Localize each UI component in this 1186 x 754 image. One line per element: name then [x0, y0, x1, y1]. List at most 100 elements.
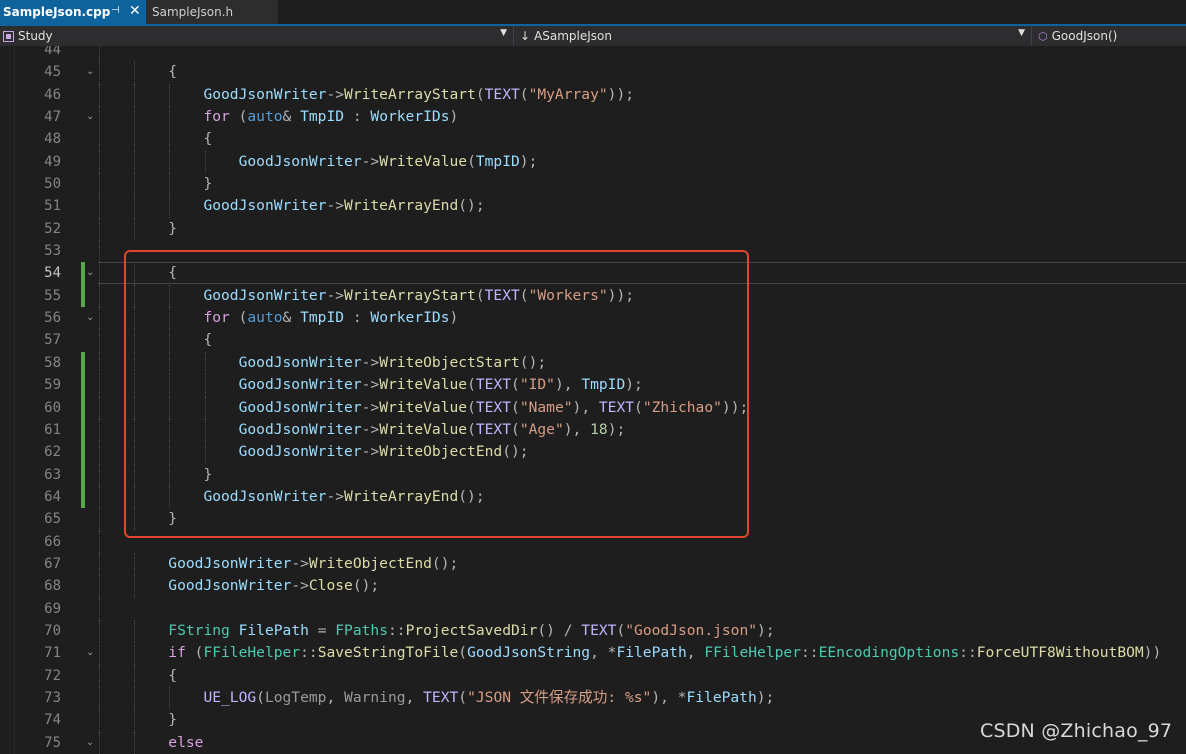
code-token: ( — [458, 688, 468, 706]
code-token: TEXT — [423, 688, 459, 706]
code-token: , — [405, 688, 424, 706]
indent-guide — [99, 46, 100, 62]
change-indicator — [81, 418, 85, 442]
code-token: ); — [519, 152, 538, 170]
code-line[interactable]: 68 GoodJsonWriter->Close(); — [0, 575, 1186, 598]
code-token: -> — [326, 85, 345, 103]
code-token: FString — [168, 621, 230, 639]
scope-dropdown[interactable]: ↓ ASampleJson ▼ — [516, 26, 1032, 46]
code-text: GoodJsonWriter->WriteArrayStart(TEXT("My… — [98, 84, 634, 106]
code-line[interactable]: 52 } — [0, 217, 1186, 241]
code-token: -> — [291, 577, 309, 595]
code-token: ( — [467, 152, 476, 170]
line-number: 45 — [44, 64, 61, 81]
change-indicator — [81, 485, 85, 509]
chevron-down-icon[interactable]: ▼ — [500, 28, 507, 38]
code-line[interactable]: 49 GoodJsonWriter->WriteValue(TmpID); — [0, 150, 1186, 174]
code-token: WriteArrayStart — [344, 85, 476, 103]
code-token: GoodJsonWriter — [203, 85, 327, 103]
code-line[interactable]: 67 GoodJsonWriter->WriteObjectEnd(); — [0, 552, 1186, 576]
tab-samplejson-h[interactable]: SampleJson.h — [146, 0, 278, 24]
member-dropdown[interactable]: ⬡ GoodJson() — [1034, 26, 1186, 46]
indent-guide — [99, 597, 100, 620]
code-line[interactable]: 70 FString FilePath = FPaths::ProjectSav… — [0, 619, 1186, 643]
line-number: 54 — [44, 265, 61, 282]
navigation-bar: Study ▼ ↓ ASampleJson ▼ ⬡ GoodJson() — [0, 26, 1186, 46]
code-token: ( — [458, 644, 468, 662]
watermark: CSDN @Zhichao_97 — [980, 720, 1173, 742]
chevron-down-icon[interactable]: ▼ — [1018, 28, 1025, 38]
code-token: :: — [300, 644, 318, 662]
indent-guide — [99, 240, 100, 263]
fold-toggle-icon[interactable]: ⌄ — [86, 737, 94, 749]
code-token: FFileHelper — [203, 644, 301, 662]
code-token: FFileHelper — [704, 644, 801, 662]
project-dropdown[interactable]: Study ▼ — [0, 26, 514, 46]
code-token: ( — [256, 688, 265, 706]
code-line[interactable]: 45 ⌄ { — [0, 61, 1186, 84]
change-indicator — [81, 374, 85, 397]
code-token: FilePath — [616, 644, 687, 662]
code-token: TmpID — [300, 108, 345, 126]
code-line[interactable]: 50 } — [0, 173, 1186, 196]
line-number: 71 — [44, 645, 61, 662]
code-line[interactable]: 71 ⌄ if (FFileHelper::SaveStringToFile(Go… — [0, 642, 1186, 665]
code-line[interactable]: 73 UE_LOG(LogTemp, Warning, TEXT("JSON 文… — [0, 686, 1186, 710]
code-text: } — [98, 218, 177, 240]
line-number: 57 — [44, 332, 61, 349]
tab-label: SampleJson.cpp — [3, 5, 111, 19]
code-text: for (auto& TmpID : WorkerIDs) — [98, 106, 458, 128]
code-line[interactable]: 47 ⌄ for (auto& TmpID : WorkerIDs) — [0, 106, 1186, 129]
code-line[interactable]: 72 { — [0, 664, 1186, 687]
code-line[interactable]: 51 GoodJsonWriter->WriteArrayEnd(); — [0, 195, 1186, 218]
project-label: Study — [18, 29, 53, 43]
line-number: 69 — [44, 600, 61, 617]
line-number: 73 — [44, 689, 61, 706]
code-text: FString FilePath = FPaths::ProjectSavedD… — [98, 620, 774, 642]
fold-toggle-icon[interactable]: ⌄ — [86, 111, 94, 123]
code-token: (); — [458, 197, 485, 215]
line-number: 59 — [44, 377, 61, 394]
line-number: 47 — [44, 109, 61, 126]
code-token: { — [168, 63, 178, 81]
code-line[interactable]: 69 — [0, 597, 1186, 620]
code-line[interactable]: 44 — [0, 46, 1186, 62]
code-token: : — [344, 108, 371, 126]
code-token: = — [308, 621, 336, 639]
fold-toggle-icon[interactable]: ⌄ — [86, 267, 94, 279]
code-token: WriteArrayEnd — [344, 197, 459, 215]
line-number: 52 — [44, 220, 61, 237]
code-token: ( — [185, 644, 204, 662]
line-number: 66 — [44, 533, 61, 550]
highlight-box — [124, 250, 749, 538]
pin-icon[interactable]: ⊣ — [111, 5, 120, 16]
code-token: , * — [590, 644, 617, 662]
close-icon[interactable]: ✕ — [129, 3, 141, 19]
fold-toggle-icon[interactable]: ⌄ — [86, 66, 94, 78]
fold-toggle-icon[interactable]: ⌄ — [86, 647, 94, 659]
line-number: 44 — [44, 46, 61, 58]
code-token: :: — [800, 644, 819, 662]
tab-samplejson-cpp[interactable]: SampleJson.cpp ⊣ ✕ — [0, 0, 146, 24]
fold-toggle-icon[interactable]: ⌄ — [86, 312, 94, 324]
code-token: for — [203, 108, 230, 126]
line-number: 64 — [44, 488, 61, 505]
code-text: GoodJsonWriter->Close(); — [98, 575, 379, 597]
scope-label: ASampleJson — [534, 29, 613, 43]
code-text: { — [98, 665, 177, 687]
code-token: () / — [537, 621, 582, 639]
code-token: FPaths — [335, 621, 388, 639]
code-token: ( — [475, 85, 485, 103]
code-token: ), * — [651, 688, 687, 706]
change-indicator — [81, 463, 85, 486]
code-token: ( — [616, 621, 626, 639]
code-line[interactable]: 46 GoodJsonWriter->WriteArrayStart(TEXT(… — [0, 83, 1186, 107]
code-line[interactable]: 48 { — [0, 128, 1186, 151]
code-token: )); — [607, 85, 635, 103]
line-number: 53 — [44, 243, 61, 260]
change-indicator — [81, 262, 85, 285]
indent-guide — [99, 530, 100, 553]
